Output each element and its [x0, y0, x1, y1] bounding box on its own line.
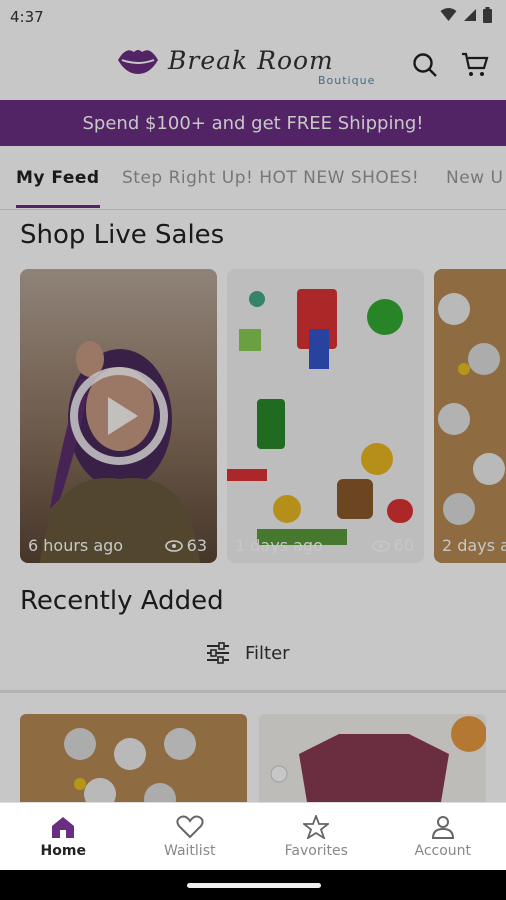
app-screen: 4:37 Break Room Boutique Spend $100+ and…: [0, 0, 506, 900]
nav-home-label: Home: [40, 842, 86, 859]
nav-favorites[interactable]: Favorites: [253, 803, 380, 870]
live-sale-card[interactable]: 6 hours ago 63: [20, 269, 217, 563]
tab-my-feed[interactable]: My Feed: [16, 146, 100, 209]
eye-icon: [164, 539, 183, 552]
logo-subtext: Boutique: [318, 74, 376, 87]
section-divider: [0, 690, 506, 693]
search-button[interactable]: [408, 48, 442, 82]
promo-banner-text: Spend $100+ and get FREE Shipping!: [82, 112, 424, 134]
card-views: 60: [371, 536, 414, 555]
app-header: Break Room Boutique: [0, 34, 506, 100]
card-views: 63: [164, 536, 207, 555]
nav-home[interactable]: Home: [0, 803, 127, 870]
status-bar: 4:37: [0, 0, 506, 34]
product-card[interactable]: [259, 714, 486, 802]
filter-button[interactable]: Filter: [205, 642, 290, 664]
status-time: 4:37: [10, 8, 44, 26]
person-icon: [431, 815, 454, 839]
product-image: [64, 728, 196, 802]
search-icon: [413, 53, 437, 77]
feed-content: Shop Live Sales 6 hours ago 63 1 days ag…: [0, 210, 506, 802]
bottom-nav: Home Waitlist Favorites Account: [0, 802, 506, 870]
recently-added-title: Recently Added: [20, 586, 224, 616]
wifi-icon: [440, 8, 457, 21]
heart-icon: [176, 815, 204, 838]
product-card[interactable]: [20, 714, 247, 802]
live-sales-title: Shop Live Sales: [20, 220, 225, 250]
product-image: [270, 716, 486, 802]
nav-waitlist-label: Waitlist: [164, 842, 216, 859]
nav-waitlist[interactable]: Waitlist: [127, 803, 254, 870]
status-icons: [440, 7, 492, 23]
card-meta: 2 days a: [442, 536, 506, 555]
play-icon: [108, 397, 138, 435]
cart-icon: [462, 52, 489, 76]
card-meta: 6 hours ago 63: [28, 536, 207, 555]
eye-icon: [371, 539, 390, 552]
play-button[interactable]: [70, 367, 168, 465]
promo-banner[interactable]: Spend $100+ and get FREE Shipping!: [0, 100, 506, 146]
nav-account-label: Account: [414, 842, 472, 859]
filter-label: Filter: [245, 642, 290, 664]
gesture-area: [0, 870, 506, 900]
nav-favorites-label: Favorites: [284, 842, 348, 859]
tab-new[interactable]: New U: [446, 146, 503, 209]
card-view-count: 63: [186, 536, 207, 555]
battery-icon: [483, 7, 492, 23]
brand-logo[interactable]: Break Room Boutique: [116, 44, 386, 90]
logo-text: Break Room: [168, 46, 334, 75]
card-view-count: 60: [393, 536, 414, 555]
video-thumbnail-image: [227, 289, 413, 545]
star-icon: [303, 814, 330, 839]
nav-account[interactable]: Account: [380, 803, 506, 870]
lips-logo-icon: [118, 50, 158, 74]
live-sale-card[interactable]: 1 days ago 60: [227, 269, 424, 563]
card-time: 6 hours ago: [28, 536, 124, 555]
live-sale-card[interactable]: 2 days a: [434, 269, 506, 563]
card-meta: 1 days ago 60: [235, 536, 414, 555]
tab-hot-new-shoes[interactable]: Step Right Up! HOT NEW SHOES!: [122, 146, 419, 209]
cart-button[interactable]: [458, 48, 492, 82]
signal-icon: [464, 9, 476, 21]
sliders-icon: [207, 642, 229, 664]
card-time: 2 days a: [442, 536, 506, 555]
home-indicator[interactable]: [187, 883, 321, 888]
home-icon: [52, 816, 75, 838]
video-thumbnail-image: [438, 293, 505, 525]
collection-tabs: My Feed Step Right Up! HOT NEW SHOES! Ne…: [0, 146, 506, 210]
card-time: 1 days ago: [235, 536, 323, 555]
